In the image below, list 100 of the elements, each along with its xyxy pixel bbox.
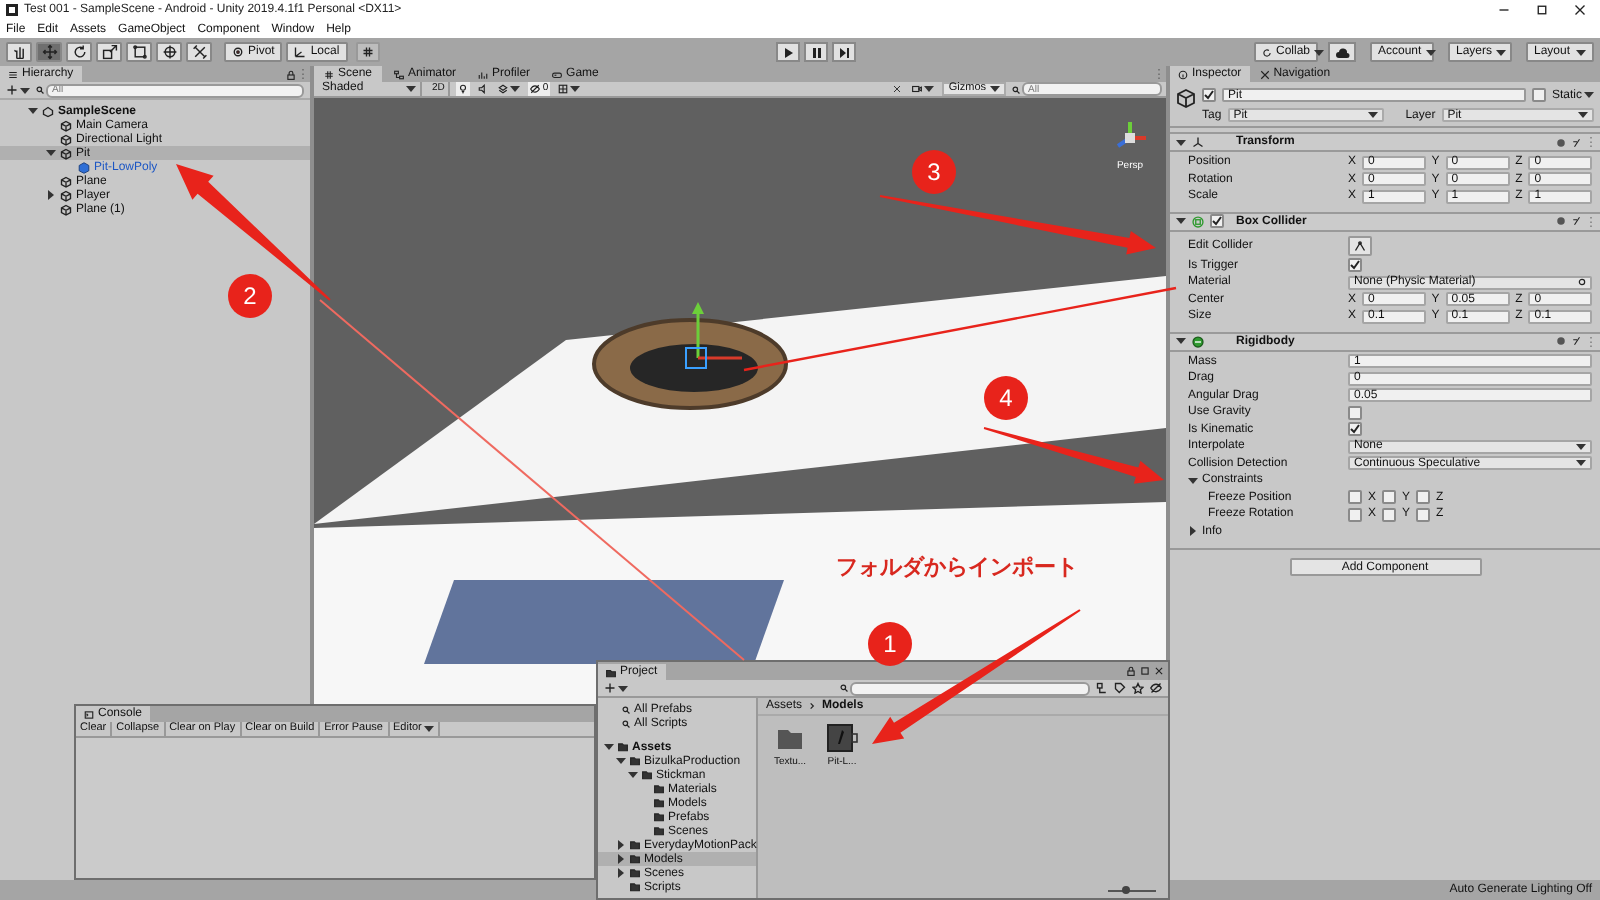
tool-button[interactable] <box>126 42 152 62</box>
pause-icon <box>811 47 822 57</box>
tools-toggle[interactable] <box>890 82 905 96</box>
speaker-icon <box>478 84 489 94</box>
audio-toggle[interactable] <box>476 82 491 96</box>
close-icon <box>1574 4 1586 16</box>
caret-icon <box>1496 49 1507 55</box>
folder-icon <box>776 724 804 752</box>
scale-icon <box>101 44 117 60</box>
close-icon <box>1154 666 1164 676</box>
minimize-icon <box>1498 4 1510 16</box>
tool-button[interactable] <box>6 42 32 62</box>
tool-button[interactable] <box>66 42 92 62</box>
target-icon <box>1578 278 1586 287</box>
checkbox[interactable] <box>1348 507 1362 522</box>
chart-icon <box>478 69 489 79</box>
checkbox[interactable] <box>1348 422 1362 437</box>
eye-slash-icon <box>530 84 541 94</box>
cloud-icon <box>1335 47 1349 57</box>
axes-icon <box>1192 136 1204 148</box>
tool-button[interactable] <box>156 42 182 62</box>
cycle-icon <box>1262 47 1272 57</box>
pause-button[interactable] <box>804 42 829 62</box>
nodes-icon <box>394 69 405 79</box>
checkbox[interactable] <box>1348 258 1362 273</box>
search-field[interactable] <box>850 681 1090 695</box>
checkbox[interactable] <box>1382 490 1397 505</box>
cube-icon <box>1176 88 1196 108</box>
collapsed-arrow-icon[interactable] <box>1188 526 1198 537</box>
tool-button[interactable] <box>96 42 122 62</box>
checkbox[interactable] <box>1531 88 1546 102</box>
checkbox[interactable] <box>1348 490 1362 505</box>
caret-icon <box>423 726 434 732</box>
grid-icon <box>558 84 569 94</box>
search-icon <box>840 684 848 692</box>
caret-icon <box>924 86 935 92</box>
expanded-arrow-icon[interactable] <box>628 770 638 780</box>
collider-icon <box>1192 215 1204 227</box>
checkbox[interactable] <box>1382 507 1397 522</box>
step-icon <box>839 47 850 57</box>
cross-tools-icon <box>191 44 207 60</box>
checkbox[interactable] <box>1202 88 1216 102</box>
hierarchy-icon <box>1096 682 1108 694</box>
callout-text: フォルダからインポート <box>836 553 1078 584</box>
caret-icon <box>1578 112 1588 118</box>
collapsed-arrow-icon[interactable] <box>616 868 626 878</box>
tool-button[interactable] <box>186 42 212 62</box>
effects-dropdown[interactable] <box>496 82 523 96</box>
search-icon <box>622 705 630 713</box>
checkbox[interactable] <box>1348 405 1362 420</box>
expanded-arrow-icon[interactable] <box>28 106 38 116</box>
expanded-arrow-icon[interactable] <box>46 148 56 158</box>
play-button[interactable] <box>776 42 801 62</box>
collapsed-arrow-icon[interactable] <box>616 840 626 850</box>
collapsed-arrow-icon[interactable] <box>46 190 56 200</box>
caret-icon <box>510 86 521 92</box>
caret-icon <box>990 86 1000 92</box>
caret-icon <box>618 685 628 691</box>
move-icon <box>41 44 57 60</box>
step-button[interactable] <box>832 42 857 62</box>
maximize-icon <box>1536 4 1548 16</box>
zoom-slider-thumb[interactable] <box>1122 886 1130 894</box>
list-icon <box>8 69 18 79</box>
caret-icon <box>1314 49 1325 55</box>
cloud-button[interactable] <box>1328 42 1356 62</box>
caret-icon <box>1425 49 1436 55</box>
checkbox[interactable] <box>1416 507 1431 522</box>
add-button[interactable] <box>604 682 628 694</box>
move-gizmo[interactable] <box>685 302 742 369</box>
vertex-icon <box>1354 239 1366 251</box>
checkbox[interactable] <box>1210 214 1224 228</box>
expanded-arrow-icon[interactable] <box>1176 216 1186 226</box>
collapsed-arrow-icon[interactable] <box>616 854 626 864</box>
expanded-arrow-icon[interactable] <box>1188 475 1198 486</box>
lock-icon <box>1126 666 1136 676</box>
sphere-icon <box>1192 335 1204 347</box>
hand-icon <box>11 44 27 60</box>
rect-icon <box>131 44 147 60</box>
expanded-arrow-icon[interactable] <box>604 742 614 752</box>
play-icon <box>783 47 794 57</box>
add-button[interactable] <box>6 84 30 96</box>
checkbox[interactable] <box>1416 490 1431 505</box>
pit-model-drawing[interactable] <box>592 318 788 410</box>
snap-button[interactable] <box>355 42 380 62</box>
search-icon <box>1012 85 1020 93</box>
layers-icon <box>498 84 509 94</box>
caret-icon <box>1584 92 1594 98</box>
camera-icon <box>912 84 923 94</box>
expanded-arrow-icon[interactable] <box>1176 336 1186 346</box>
plus-icon <box>6 84 18 96</box>
expanded-arrow-icon[interactable] <box>1176 137 1186 147</box>
grid-icon <box>361 46 374 58</box>
pivot-icon <box>232 46 244 58</box>
caret-icon <box>1576 49 1586 55</box>
camera-dropdown[interactable] <box>910 82 937 96</box>
axes-icon <box>294 46 307 58</box>
lighting-toggle[interactable] <box>456 82 471 96</box>
edit-collider-button[interactable] <box>1348 235 1372 255</box>
grid-dropdown[interactable] <box>556 82 583 96</box>
expanded-arrow-icon[interactable] <box>616 756 626 766</box>
